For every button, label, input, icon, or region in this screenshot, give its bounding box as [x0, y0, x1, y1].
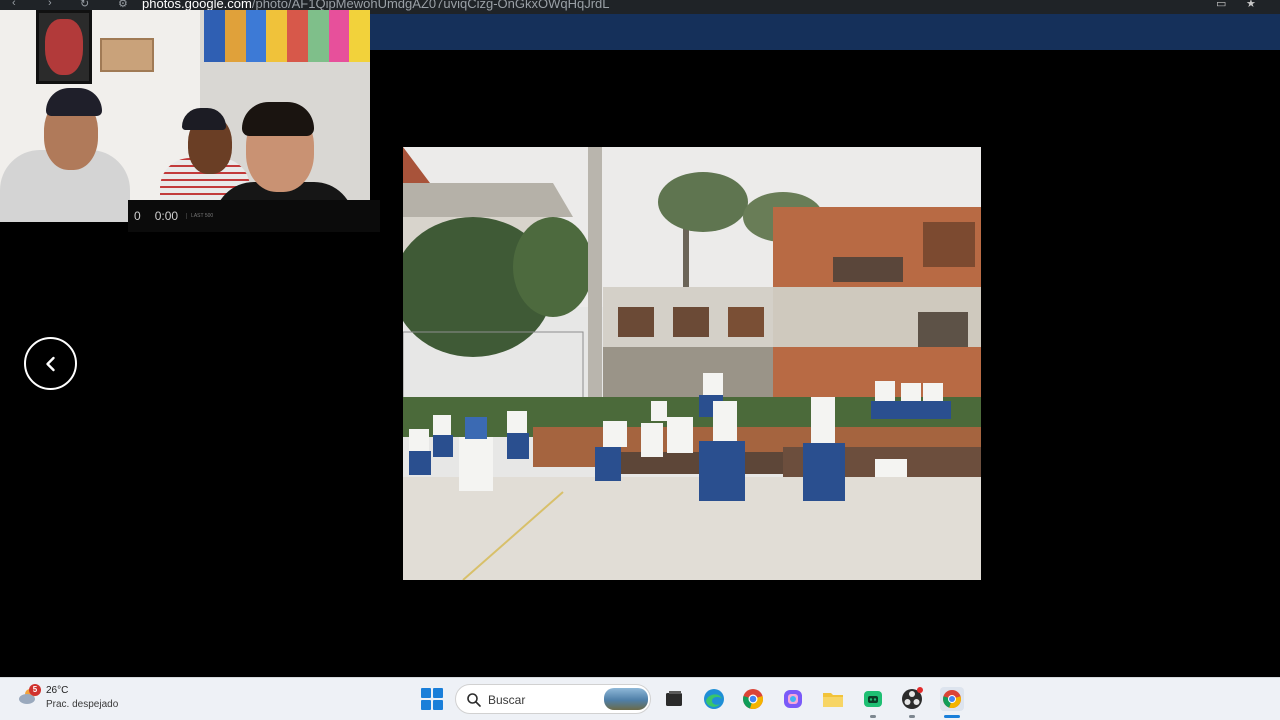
file-explorer-icon[interactable] [821, 687, 845, 711]
windows-taskbar: 5 26°C Prac. despejado Buscar [0, 677, 1280, 720]
webcam-time: 0:00 [154, 209, 179, 223]
previous-photo-button[interactable] [24, 337, 77, 390]
wall-picture-frame [36, 10, 92, 84]
wall-shelf [100, 38, 154, 72]
wall-posters [204, 10, 370, 62]
edge-icon[interactable] [702, 687, 726, 711]
bookmark-star-icon[interactable]: ★ [1246, 0, 1256, 10]
screen: ‹ › ↻ ⚙ photos.google.com/photo/AF1QipMe… [0, 0, 1280, 720]
search-icon [467, 693, 481, 707]
chevron-left-icon [45, 356, 55, 371]
site-settings-icon[interactable]: ⚙ [118, 0, 128, 10]
gadget-app-indicator [870, 715, 876, 718]
forward-nav-icon[interactable]: › [48, 0, 52, 9]
cast-icon[interactable]: ▭ [1216, 0, 1226, 10]
webcam-counter: 0 [134, 209, 141, 223]
start-button[interactable] [421, 688, 443, 710]
reload-icon[interactable]: ↻ [80, 0, 89, 10]
photo-viewer-app-icon[interactable] [662, 687, 686, 711]
weather-temperature[interactable]: 26°C [46, 685, 68, 696]
search-placeholder: Buscar [488, 693, 526, 707]
weather-alert-badge: 5 [29, 684, 41, 696]
schoolyard-photo-image [403, 147, 981, 580]
search-highlight-image [604, 688, 648, 710]
webcam-overlay [0, 10, 370, 222]
weather-condition[interactable]: Prac. despejado [46, 699, 118, 710]
obs-icon[interactable] [900, 687, 924, 711]
chrome-active-icon[interactable] [940, 687, 964, 711]
gadget-app-icon[interactable] [861, 687, 885, 711]
back-nav-icon[interactable]: ‹ [12, 0, 16, 9]
obs-indicator [909, 715, 915, 718]
copilot-icon[interactable] [781, 687, 805, 711]
person-right-hair [242, 102, 314, 136]
taskbar-search[interactable]: Buscar [455, 684, 651, 714]
chrome-icon[interactable] [741, 687, 765, 711]
main-photo[interactable] [403, 147, 981, 580]
chrome-active-indicator [944, 715, 960, 718]
webcam-small-label: LAST 500 [186, 213, 213, 219]
webcam-timer-bar: 0 0:00 LAST 500 [128, 200, 380, 232]
